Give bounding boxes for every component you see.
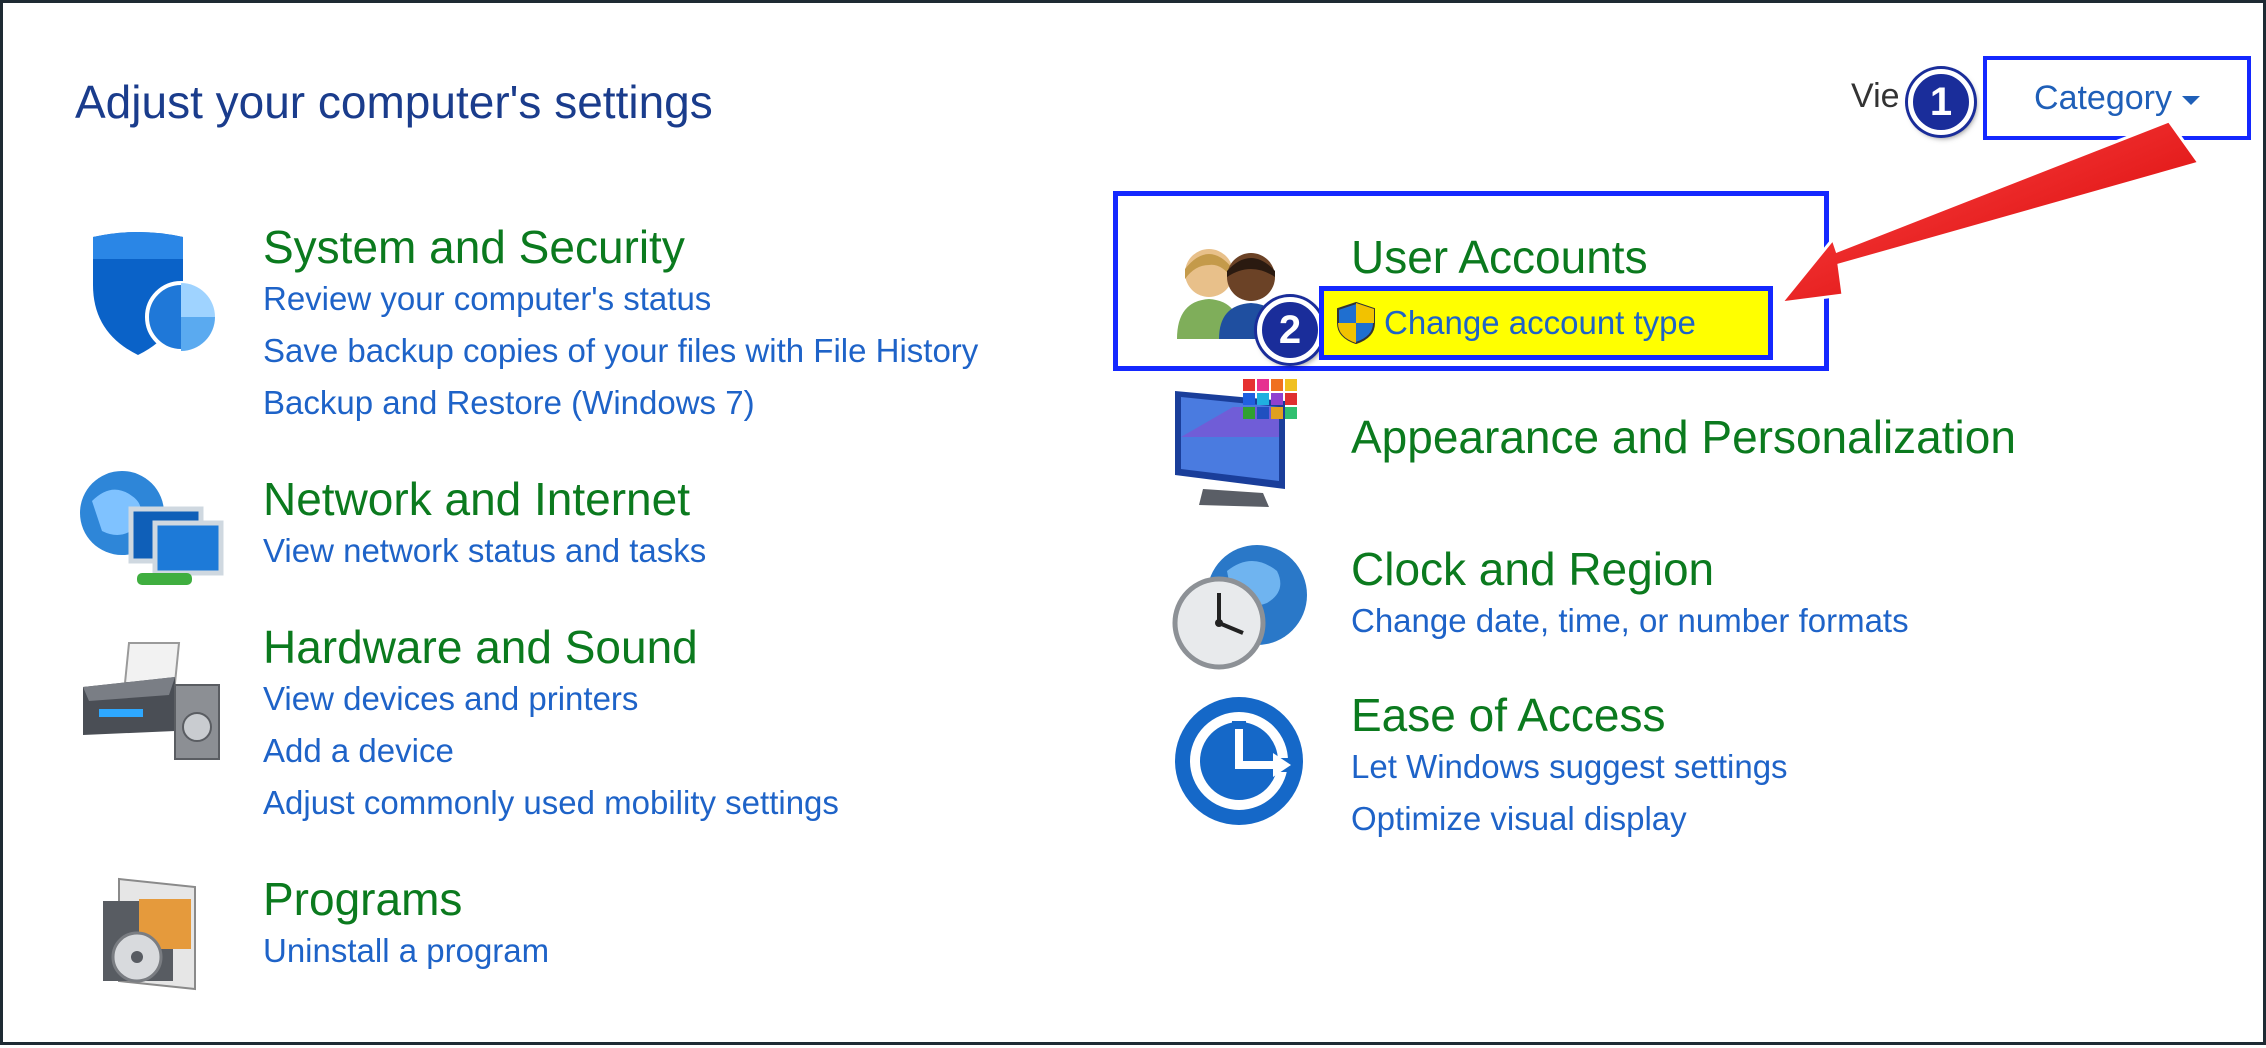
red-arrow-annotation — [1777, 119, 2202, 305]
control-panel-window: Adjust your computer's settings Vie 1 Ca… — [0, 0, 2266, 1045]
